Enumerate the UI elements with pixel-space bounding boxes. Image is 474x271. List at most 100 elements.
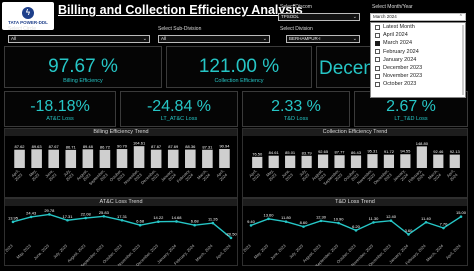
trend-point[interactable]: [138, 223, 142, 227]
trend-point[interactable]: [11, 220, 15, 224]
chart-bar[interactable]: [31, 149, 42, 168]
discom-select[interactable]: TPSODL ⌄: [278, 13, 360, 21]
chart-bar[interactable]: [82, 149, 94, 168]
sub-division-select[interactable]: All ⌄: [158, 35, 270, 43]
trend-point[interactable]: [267, 217, 270, 221]
trend-point[interactable]: [354, 229, 358, 232]
chart-bar[interactable]: [14, 149, 25, 168]
bar-data-label: 85.01: [285, 150, 296, 155]
chart-bar[interactable]: [116, 149, 128, 168]
trend-point[interactable]: [102, 214, 106, 218]
trend-point[interactable]: [29, 215, 33, 219]
dropdown-scrollbar[interactable]: [462, 25, 464, 95]
month-option-label: April 2024: [383, 32, 408, 39]
month-option[interactable]: November 2023: [371, 72, 465, 80]
checkbox-icon[interactable]: [375, 32, 380, 38]
chart-bar[interactable]: [99, 149, 111, 168]
chart-bar[interactable]: [65, 149, 77, 168]
chart-bar[interactable]: [268, 155, 279, 168]
atc-trend-panel: AT&C Loss Trend 13.95 April, 2023 24.43 May…: [0, 198, 238, 268]
chart-bar[interactable]: [400, 154, 411, 168]
chart-bar[interactable]: [167, 149, 179, 168]
trend-point[interactable]: [284, 220, 288, 223]
month-display-value: Decen: [319, 58, 372, 79]
trend-point[interactable]: [407, 233, 410, 236]
checkbox-icon[interactable]: [375, 49, 380, 55]
sub-division-label: Select Sub-Division: [158, 26, 202, 32]
trend-point[interactable]: [66, 218, 69, 222]
circle-select-value: All: [11, 36, 17, 41]
x-tick-label: April, 2023: [5, 243, 14, 261]
month-option[interactable]: March 2024: [371, 39, 465, 47]
trend-point[interactable]: [442, 226, 445, 230]
checkbox-icon[interactable]: [375, 81, 380, 87]
chart-bar[interactable]: [317, 154, 329, 168]
point-data-label: 29.78: [44, 208, 55, 213]
discom-select-value: TPSODL: [281, 14, 300, 19]
checkbox-icon[interactable]: [375, 65, 380, 71]
month-option[interactable]: October 2023: [371, 80, 465, 88]
chart-bar[interactable]: [416, 146, 427, 168]
checkbox-icon[interactable]: [375, 73, 380, 79]
trend-point[interactable]: [302, 225, 305, 228]
trend-point[interactable]: [424, 220, 428, 224]
trend-point[interactable]: [193, 223, 196, 227]
x-tick-label: April, 2023: [243, 243, 252, 261]
month-option[interactable]: Latest Month: [371, 23, 465, 31]
chart-bar[interactable]: [367, 154, 378, 168]
division-select[interactable]: BERHAMPUR-I ⌄: [286, 35, 360, 43]
point-data-label: 7.70: [440, 222, 449, 227]
trend-point[interactable]: [229, 236, 233, 240]
checkbox-icon[interactable]: [375, 24, 380, 30]
point-data-label: 6.68: [191, 219, 200, 224]
billing-trend-panel: Billing Efficiency Trend 87.62 April, 2023…: [4, 128, 238, 198]
trend-point[interactable]: [48, 213, 51, 216]
circle-select[interactable]: All ⌄: [8, 35, 150, 43]
chart-bar[interactable]: [383, 154, 395, 168]
trend-point[interactable]: [175, 220, 178, 223]
trend-point[interactable]: [84, 216, 87, 220]
chart-bar[interactable]: [185, 149, 196, 168]
chart-bar[interactable]: [350, 155, 362, 168]
point-data-label: 12.30: [316, 214, 327, 219]
trend-point[interactable]: [337, 221, 340, 225]
month-option-label: Latest Month: [383, 24, 415, 31]
point-data-label: 6.68: [136, 219, 145, 224]
trend-point[interactable]: [389, 219, 393, 223]
chart-bar[interactable]: [301, 155, 312, 168]
chart-bar[interactable]: [48, 149, 59, 168]
chart-bar[interactable]: [219, 149, 230, 168]
point-data-label: 17.31: [117, 214, 128, 219]
atc-trend-title: AT&C Loss Trend: [5, 199, 237, 206]
chart-bar[interactable]: [133, 146, 145, 168]
trend-point[interactable]: [120, 218, 124, 222]
month-year-select[interactable]: March 2024 ⌃: [370, 13, 466, 21]
checkbox-checked-icon[interactable]: [375, 40, 380, 46]
month-display-card: Decen: [316, 46, 372, 88]
month-option[interactable]: February 2024: [371, 48, 465, 56]
month-option[interactable]: April 2024: [371, 31, 465, 39]
lt-atc-loss-value: -24.84 %: [146, 98, 212, 115]
bar-data-label: 87.67: [151, 144, 162, 149]
chart-bar[interactable]: [285, 155, 296, 168]
checkbox-icon[interactable]: [375, 57, 380, 63]
trend-point[interactable]: [157, 220, 160, 223]
chart-bar[interactable]: [334, 155, 345, 168]
chart-bar[interactable]: [252, 156, 263, 168]
trend-point[interactable]: [319, 219, 323, 223]
billing-trend-chart: 87.62April,202389.63May,202387.67June,20…: [10, 141, 230, 187]
month-option[interactable]: December 2023: [371, 64, 465, 72]
trend-point[interactable]: [372, 221, 375, 224]
month-option-label: November 2023: [383, 73, 423, 80]
month-dropdown-list[interactable]: Latest Month April 2024 March 2024 February…: [370, 22, 466, 98]
chart-bar[interactable]: [202, 149, 213, 168]
month-option[interactable]: January 2024: [371, 56, 465, 64]
point-data-label: 3.60: [405, 228, 414, 233]
trend-point[interactable]: [211, 221, 215, 225]
trend-point[interactable]: [249, 224, 253, 227]
chart-bar[interactable]: [150, 149, 162, 168]
collection-trend-title: Collection Efficiency Trend: [243, 129, 467, 136]
chart-bar[interactable]: [433, 154, 444, 168]
chart-bar[interactable]: [449, 154, 460, 168]
trend-point[interactable]: [459, 215, 463, 218]
